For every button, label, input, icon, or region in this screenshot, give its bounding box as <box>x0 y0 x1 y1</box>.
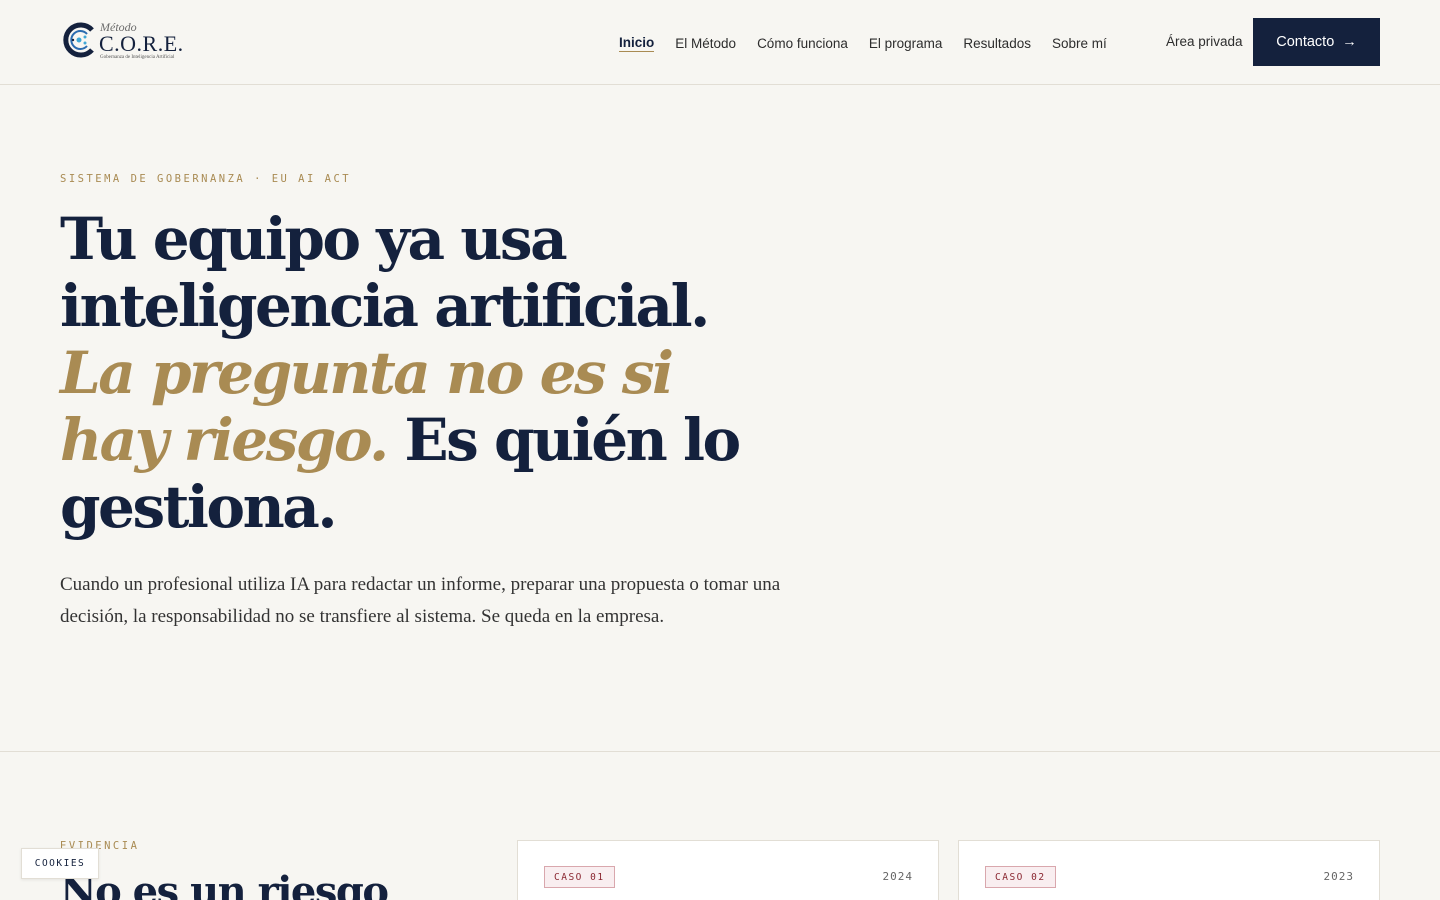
arrow-right-icon: → <box>1342 34 1357 50</box>
evidence-title: No es un riesgo <box>60 868 389 900</box>
logo-tagline: Gobernanza de Inteligencia Artificial <box>100 55 175 60</box>
logo-c-icon <box>63 22 94 58</box>
nav-item-el-programa[interactable]: El programa <box>869 36 943 51</box>
case-card[interactable]: CASO 01 2024 <box>517 840 939 900</box>
hero-headline: Tu equipo ya usa inteligencia artificial… <box>60 206 780 541</box>
main-nav: Inicio El Método Cómo funciona El progra… <box>619 32 1128 54</box>
headline-part-1: Tu equipo ya usa inteligencia artificial… <box>60 205 710 340</box>
section-divider <box>0 751 1440 752</box>
brand-logo[interactable]: Método C.O.R.E. Gobernanza de Inteligenc… <box>60 18 190 66</box>
case-card[interactable]: CASO 02 2023 <box>958 840 1380 900</box>
case-badge: CASO 02 <box>985 866 1056 888</box>
case-year: 2024 <box>882 870 913 883</box>
contact-button-label: Contacto <box>1276 34 1335 50</box>
logo-name: C.O.R.E. <box>99 31 184 56</box>
cookies-button[interactable]: COOKIES <box>21 848 99 879</box>
site-header: Método C.O.R.E. Gobernanza de Inteligenc… <box>0 0 1440 85</box>
nav-item-inicio[interactable]: Inicio <box>619 35 655 52</box>
case-year: 2023 <box>1323 870 1354 883</box>
hero-lead: Cuando un profesional utiliza IA para re… <box>60 574 781 627</box>
case-badge: CASO 01 <box>544 866 615 888</box>
hero-eyebrow: SISTEMA DE GOBERNANZA · EU AI ACT <box>60 173 352 185</box>
private-area-link[interactable]: Área privada <box>1166 34 1243 49</box>
nav-item-resultados[interactable]: Resultados <box>963 36 1031 51</box>
nav-item-como-funciona[interactable]: Cómo funciona <box>757 36 848 51</box>
nav-item-sobre-mi[interactable]: Sobre mí <box>1052 36 1107 51</box>
nav-item-el-metodo[interactable]: El Método <box>675 36 736 51</box>
contact-button[interactable]: Contacto → <box>1253 18 1380 66</box>
